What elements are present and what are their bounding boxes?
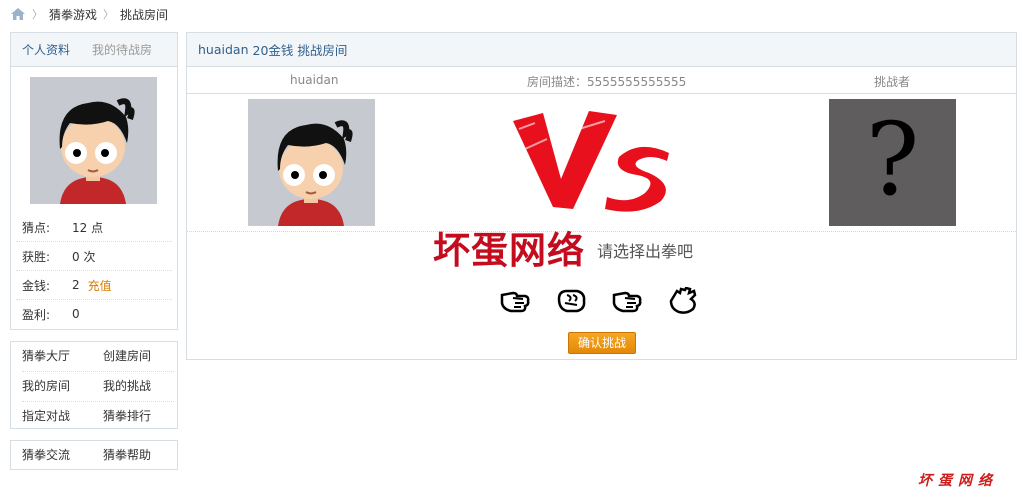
nav-my-rooms[interactable]: 我的房间 [22,372,103,401]
room-stake: 20金钱 [252,43,294,58]
nav-lobby[interactable]: 猜拳大厅 [22,342,103,371]
nav-create-room[interactable]: 创建房间 [103,342,184,371]
choose-hint: 请选择出拳吧 [597,242,694,261]
breadcrumb-item-game[interactable]: 猜拳游戏 [49,6,97,23]
divider [187,231,1016,232]
question-mark-icon: ? [865,100,920,218]
room-title-suffix: 挑战房间 [297,43,348,58]
stat-label: 猜点: [22,220,51,235]
community-nav: 猜拳交流 猜拳帮助 [10,440,178,470]
room-title: huaidan 20金钱 挑战房间 [187,33,1016,67]
challenge-room-panel: huaidan 20金钱 挑战房间 huaidan 房间描述：555555555… [186,32,1017,360]
stat-value: 12 点 [72,220,104,235]
stat-row-wins: 获胜: 0 次 [16,242,172,271]
nav-help[interactable]: 猜拳帮助 [103,441,184,470]
stat-value: 0 [72,307,80,321]
breadcrumb-item-room: 挑战房间 [120,7,169,22]
breadcrumb-separator: 〉 [32,8,43,21]
watermark-large: 坏蛋网络 [433,228,585,272]
challenger-label: 挑战者 [874,75,911,89]
paper-icon[interactable] [667,287,699,315]
scissors-icon-alt[interactable] [611,287,643,315]
owner-avatar [248,99,375,226]
confirm-challenge-button[interactable]: 确认挑战 [568,332,636,354]
stat-label: 金钱: [22,278,51,293]
stat-value: 0 次 [72,249,96,264]
scissors-icon[interactable] [499,287,531,315]
avatar [30,77,157,204]
rock-icon[interactable] [555,287,587,315]
stat-label: 盈利: [22,307,51,322]
vs-graphic [513,111,669,212]
stat-row-points: 猜点: 12 点 [16,213,172,242]
owner-name: huaidan [290,73,339,87]
stat-row-money: 金钱: 2 充值 [16,271,172,300]
profile-panel: 个人资料 我的待战房 猜点: 12 点 获胜: 0 次 金钱: 2 充值 盈利: [10,32,178,330]
watermark-small: 坏蛋网络 [918,473,998,489]
breadcrumb-separator: 〉 [103,8,115,21]
profile-stats: 猜点: 12 点 获胜: 0 次 金钱: 2 充值 盈利: 0 [16,213,172,328]
room-owner-title: huaidan [198,42,249,57]
stat-value: 2 [72,278,80,292]
nav-designated-battle[interactable]: 指定对战 [22,402,103,431]
game-nav: 猜拳大厅 创建房间 我的房间 我的挑战 指定对战 猜拳排行 [10,341,178,429]
hand-choices [499,287,699,315]
tab-waiting-rooms[interactable]: 我的待战房 [92,41,152,58]
profile-tabs: 个人资料 我的待战房 [11,33,177,67]
recharge-link[interactable]: 充值 [88,277,112,294]
nav-exchange[interactable]: 猜拳交流 [22,441,103,470]
home-icon[interactable] [10,7,26,21]
stat-label: 获胜: [22,249,51,264]
breadcrumb: 〉 猜拳游戏 〉 挑战房间 [10,5,168,23]
room-description: 房间描述：5555555555555 [527,75,687,89]
challenger-avatar-placeholder: ? [829,99,956,226]
nav-ranking[interactable]: 猜拳排行 [103,402,184,431]
stat-row-profit: 盈利: 0 [16,300,172,328]
room-columns: huaidan 房间描述：5555555555555 挑战者 [187,67,1016,94]
nav-my-challenges[interactable]: 我的挑战 [103,372,184,401]
tab-profile[interactable]: 个人资料 [22,41,70,58]
